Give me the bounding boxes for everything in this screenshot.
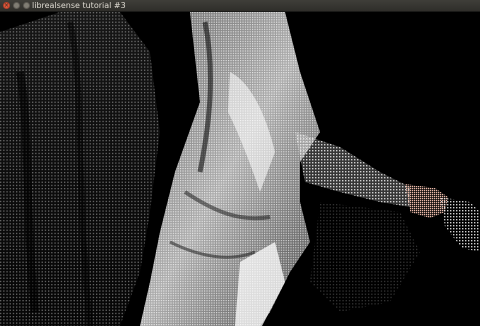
point-cloud-arm-shade xyxy=(295,132,410,207)
window-title: librealsense tutorial #3 xyxy=(32,1,126,10)
window-controls: × xyxy=(3,2,30,9)
point-cloud-sparse-bottom xyxy=(310,202,420,312)
close-icon[interactable]: × xyxy=(3,2,10,9)
point-cloud-render[interactable] xyxy=(0,12,480,326)
point-cloud-right-object xyxy=(440,197,480,252)
point-cloud-viewport[interactable] xyxy=(0,12,480,326)
maximize-icon[interactable] xyxy=(23,2,30,9)
app-window: × librealsense tutorial #3 xyxy=(0,0,480,326)
minimize-icon[interactable] xyxy=(13,2,20,9)
title-bar[interactable]: × librealsense tutorial #3 xyxy=(0,0,480,12)
